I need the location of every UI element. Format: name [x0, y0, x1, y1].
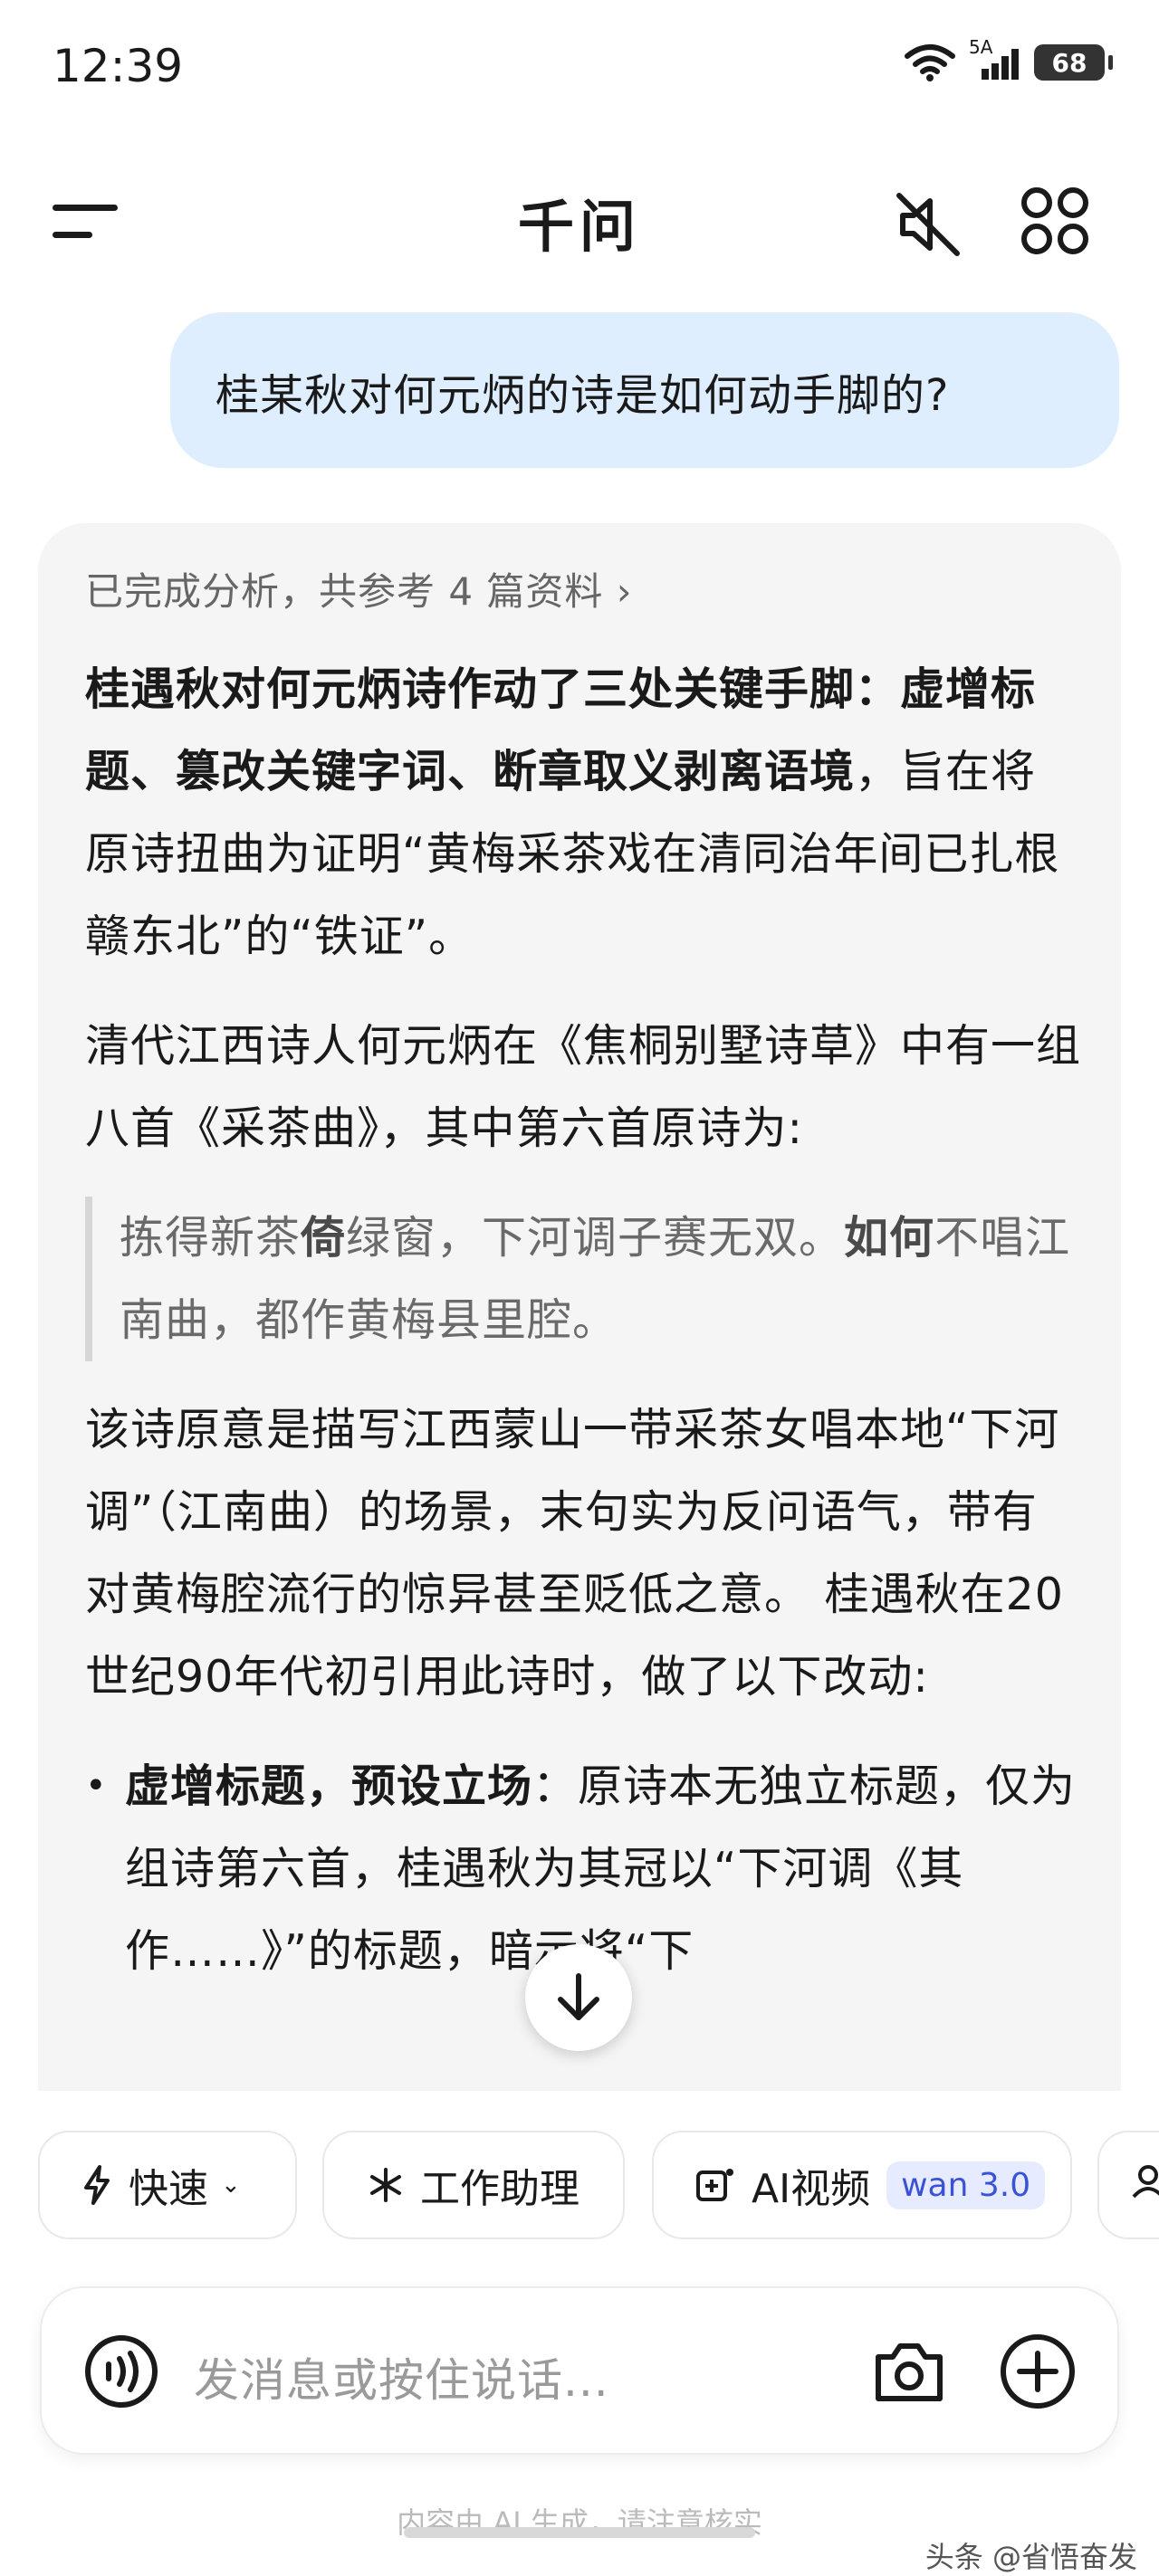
status-bar: 12:39 5A 68: [0, 0, 1159, 136]
camera-icon[interactable]: [873, 2337, 945, 2406]
chip-work-assistant[interactable]: 工作助理: [322, 2131, 625, 2239]
answer-body: 桂遇秋对何元炳诗作动了三处关键手脚：虚增标题、篡改关键字词、断章取义剥离语境，旨…: [85, 648, 1081, 2019]
plus-icon[interactable]: [998, 2332, 1078, 2411]
status-icons: 5A 68: [904, 36, 1113, 81]
references-link[interactable]: 已完成分析，共参考 4 篇资料 ›: [85, 561, 633, 616]
scroll-down-button[interactable]: [525, 1944, 632, 2051]
arrow-down-icon: [558, 1973, 599, 2020]
answer-paragraph-1: 桂遇秋对何元炳诗作动了三处关键手脚：虚增标题、篡改关键字词、断章取义剥离语境，旨…: [85, 648, 1081, 978]
chip-fast-label: 快速: [129, 2166, 208, 2212]
quote-bold-1: 倚: [301, 1212, 347, 1264]
cell-signal: 5A: [969, 36, 1021, 81]
signal-bars-icon: [982, 49, 1019, 80]
chip-fast-mode[interactable]: 快速 ⌄: [38, 2131, 297, 2239]
source-watermark: 头条 @省悟奋发: [924, 2540, 1137, 2574]
app-header: 千问: [0, 154, 1159, 281]
answer-paragraph-3: 该诗原意是描写江西蒙山一带采茶女唱本地“下河调”（江南曲）的场景，末句实为反问语…: [85, 1404, 1064, 1703]
sparkle-icon: [368, 2167, 404, 2203]
apps-grid-icon[interactable]: [1019, 185, 1091, 257]
voice-input-icon[interactable]: [83, 2333, 159, 2409]
message-input-box[interactable]: 发消息或按住说话...: [40, 2286, 1119, 2455]
mute-speaker-icon[interactable]: [892, 188, 964, 261]
answer-paragraph-2: 清代江西诗人何元炳在《焦桐别墅诗草》中有一组八首《采茶曲》，其中第六首原诗为:: [85, 1020, 1082, 1154]
chip-video-label: AI视频: [752, 2166, 871, 2212]
wifi-icon: [905, 44, 955, 81]
wan-version-badge: wan 3.0: [886, 2161, 1046, 2209]
bullet-1-bold: 虚增标题，预设立场: [125, 1760, 533, 1812]
person-icon: [1130, 2162, 1159, 2209]
chip-ai-video[interactable]: AI视频 wan 3.0: [652, 2131, 1072, 2239]
user-message-text: 桂某秋对何元炳的诗是如何动手脚的?: [216, 370, 950, 421]
quote-text-1: 拣得新茶: [120, 1212, 302, 1264]
bottom-composer-area: 快速 ⌄ 工作助理 AI视频 wan 3.0 发消息或按住说话... 内容由 A…: [0, 2091, 1159, 2563]
chevron-down-icon: ⌄: [221, 2171, 241, 2199]
quote-text-2: 绿窗，下河调子赛无双。: [346, 1212, 845, 1264]
answer-card: 已完成分析，共参考 4 篇资料 › 桂遇秋对何元炳诗作动了三处关键手脚：虚增标题…: [38, 523, 1121, 2152]
chip-work-label: 工作助理: [420, 2166, 580, 2212]
message-input-placeholder: 发消息或按住说话...: [194, 2354, 609, 2407]
status-time: 12:39: [53, 40, 184, 92]
quote-bold-2: 如何: [844, 1212, 935, 1264]
chip-more-partial[interactable]: [1097, 2131, 1159, 2239]
video-plus-icon: [695, 2166, 735, 2204]
home-indicator[interactable]: [404, 2527, 755, 2538]
poem-quote: 拣得新茶倚绿窗，下河调子赛无双。如何不唱江南曲，都作黄梅县里腔。: [85, 1197, 1081, 1361]
app-title: 千问: [517, 194, 641, 260]
battery-icon: 68: [1034, 44, 1113, 81]
lightning-icon: [81, 2164, 112, 2206]
user-message-bubble: 桂某秋对何元炳的诗是如何动手脚的?: [170, 312, 1119, 468]
